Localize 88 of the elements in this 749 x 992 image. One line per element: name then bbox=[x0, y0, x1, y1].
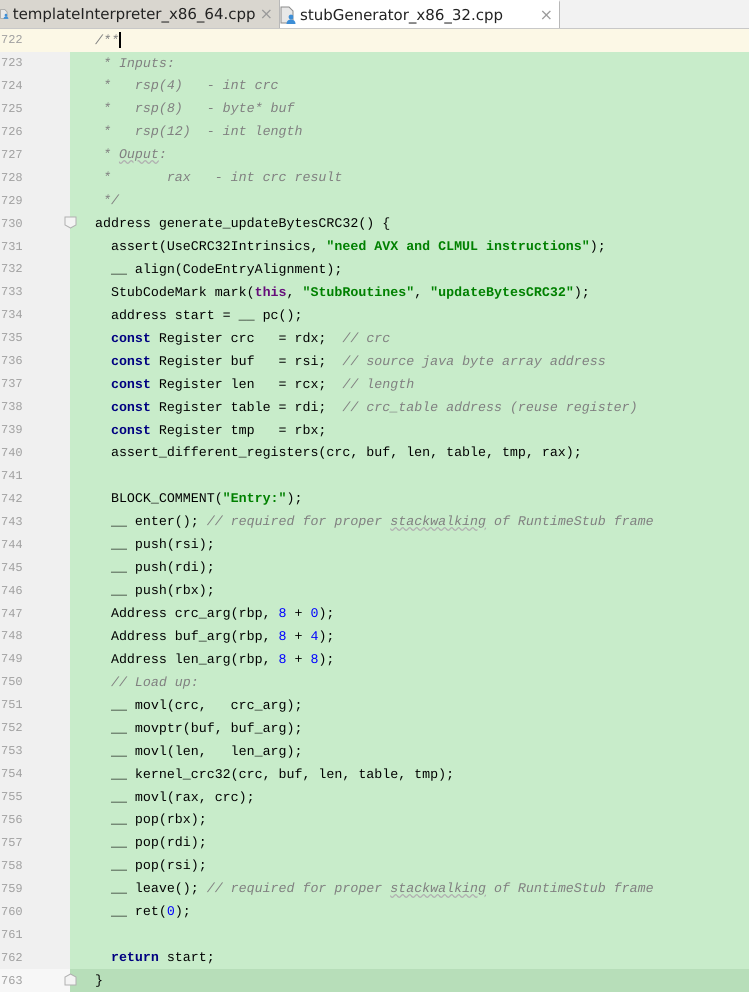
line-number: 748 bbox=[0, 629, 23, 644]
code-line: assert(UseCRC32Intrinsics, "need AVX and CLMUL instructions"); bbox=[110, 239, 606, 254]
line-number: 758 bbox=[0, 858, 23, 873]
line-number: 756 bbox=[0, 812, 23, 827]
line-number: 749 bbox=[0, 652, 23, 666]
code-line: // Load up: bbox=[110, 674, 199, 690]
line-number: 763 bbox=[0, 974, 23, 988]
code-line: * rsp(4) - int crc bbox=[102, 78, 279, 94]
code-line: Address buf_arg(rbp, 8 + 4); bbox=[110, 628, 334, 644]
code-line: __ push(rbx); bbox=[110, 583, 215, 598]
line-number: 726 bbox=[0, 124, 23, 139]
code-line: __ movl(rax, crc); bbox=[110, 790, 255, 805]
fold-icon[interactable] bbox=[64, 973, 77, 986]
code-line: __ enter(); // required for proper stackwalking of RuntimeStub frame bbox=[110, 514, 654, 530]
code-line: __ pop(rsi); bbox=[110, 858, 207, 874]
code-line: __ pop(rdi); bbox=[110, 835, 207, 850]
line-number: 743 bbox=[0, 514, 23, 529]
line-number: 762 bbox=[0, 950, 23, 965]
code-line: __ movl(crc, crc_arg); bbox=[110, 698, 302, 713]
line-number: 759 bbox=[0, 882, 23, 896]
code-line: */ bbox=[102, 193, 119, 208]
line-number: 742 bbox=[0, 492, 23, 506]
fold-icon[interactable] bbox=[64, 216, 77, 230]
line-number: 731 bbox=[0, 240, 23, 254]
line-number: 746 bbox=[0, 584, 23, 598]
code-line: const Register tmp = rbx; bbox=[110, 422, 326, 438]
line-number: 745 bbox=[0, 560, 23, 575]
line-number: 722 bbox=[0, 33, 23, 48]
line-number: 725 bbox=[0, 102, 23, 116]
line-number: 755 bbox=[0, 790, 23, 804]
line-number: 732 bbox=[0, 262, 23, 276]
code-line: StubCodeMark mark(this, "StubRoutines", "updateBytesCRC32"); bbox=[110, 284, 590, 300]
code-line: Address crc_arg(rbp, 8 + 0); bbox=[110, 606, 334, 622]
code-line: __ movl(len, len_arg); bbox=[110, 744, 302, 759]
line-number: 728 bbox=[0, 170, 23, 185]
line-number: 734 bbox=[0, 308, 23, 322]
line-number: 753 bbox=[0, 744, 23, 758]
code-line: * rsp(8) - byte* buf bbox=[102, 101, 294, 116]
code-line: __ push(rsi); bbox=[110, 537, 215, 552]
code-line: /** bbox=[95, 32, 119, 48]
line-number: 760 bbox=[0, 904, 23, 919]
line-number: 735 bbox=[0, 331, 23, 346]
code-line: __ push(rdi); bbox=[110, 560, 215, 576]
code-line: const Register table = rdi; // crc_table address (reuse register) bbox=[110, 400, 638, 415]
text-cursor bbox=[118, 32, 121, 48]
code-line: Address len_arg(rbp, 8 + 8); bbox=[110, 652, 334, 667]
code-line: __ pop(rbx); bbox=[110, 812, 207, 828]
line-number: 757 bbox=[0, 836, 23, 850]
line-number: 741 bbox=[0, 468, 23, 483]
line-number: 736 bbox=[0, 354, 23, 368]
code-line: __ movptr(buf, buf_arg); bbox=[110, 720, 302, 736]
code-line: __ ret(0); bbox=[110, 904, 191, 920]
code-line: const Register crc = rdx; // crc bbox=[110, 330, 390, 346]
code-line: * rsp(12) - int length bbox=[102, 124, 302, 140]
code-line: address generate_updateBytesCRC32() { bbox=[95, 216, 390, 232]
line-number: 752 bbox=[0, 721, 23, 736]
editor-tab[interactable]: stubGenerator_x86_32.cpp × bbox=[280, 0, 560, 28]
line-number: 727 bbox=[0, 148, 23, 162]
code-line: } bbox=[95, 973, 103, 988]
line-number: 750 bbox=[0, 675, 23, 690]
code-line: * rax - int crc result bbox=[102, 170, 342, 186]
code-line: const Register buf = rsi; // source java byte array address bbox=[110, 354, 606, 369]
line-number: 729 bbox=[0, 194, 23, 208]
line-number: 738 bbox=[0, 400, 23, 414]
line-number: 740 bbox=[0, 446, 23, 460]
line-number: 754 bbox=[0, 767, 23, 782]
line-number: 737 bbox=[0, 377, 23, 392]
line-number: 724 bbox=[0, 78, 23, 93]
code-line: * Inputs: bbox=[102, 56, 175, 71]
code-line: BLOCK_COMMENT("Entry:"); bbox=[110, 491, 302, 506]
line-number: 751 bbox=[0, 698, 23, 712]
code-line: __ leave(); // required for proper stackwalking of RuntimeStub frame bbox=[110, 881, 654, 896]
line-number: 733 bbox=[0, 285, 23, 300]
line-number: 747 bbox=[0, 606, 23, 621]
code-line: const Register len = rcx; // length bbox=[110, 376, 414, 392]
code-line: return start; bbox=[110, 950, 215, 966]
line-number: 761 bbox=[0, 928, 23, 942]
code-line: __ align(CodeEntryAlignment); bbox=[110, 262, 342, 277]
code-line: address start = __ pc(); bbox=[110, 308, 302, 323]
line-number: 739 bbox=[0, 423, 23, 438]
editor-tab[interactable]: templateInterpreter_x86_64.cpp × bbox=[0, 0, 280, 28]
file-icon bbox=[280, 6, 296, 24]
code-line: * Ouput: bbox=[102, 147, 167, 162]
line-number: 744 bbox=[0, 538, 23, 552]
code-line: __ kernel_crc32(crc, buf, len, table, tmp); bbox=[110, 766, 454, 782]
line-number: 730 bbox=[0, 216, 23, 231]
code-line: assert_different_registers(crc, buf, len, table, tmp, rax); bbox=[110, 445, 582, 460]
line-number: 723 bbox=[0, 56, 23, 70]
